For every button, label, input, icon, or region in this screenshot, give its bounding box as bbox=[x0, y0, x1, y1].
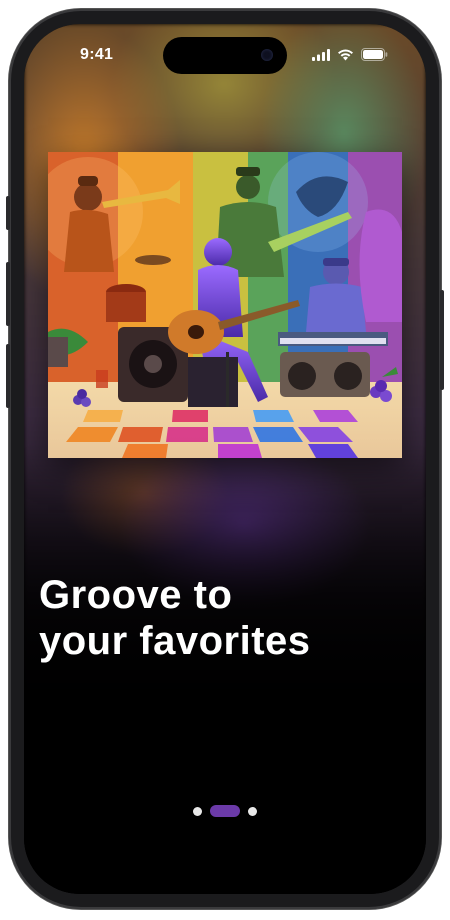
page-dot-3[interactable] bbox=[248, 806, 257, 816]
headline-line-2: your favorites bbox=[39, 619, 311, 663]
screen: 9:41 Groove to your favorites bbox=[24, 24, 426, 894]
status-icons bbox=[312, 48, 388, 66]
cellular-signal-icon bbox=[312, 48, 330, 66]
album-artwork bbox=[48, 152, 402, 458]
home-indicator[interactable] bbox=[158, 879, 292, 884]
volume-up-button bbox=[6, 262, 10, 326]
status-bar: 9:41 bbox=[24, 24, 426, 84]
status-time: 9:41 bbox=[80, 46, 114, 63]
action-button bbox=[6, 196, 10, 230]
power-button bbox=[440, 290, 444, 390]
background-gradient bbox=[24, 444, 426, 894]
page-dot-1[interactable] bbox=[193, 806, 202, 816]
headline-line-1: Groove to bbox=[39, 573, 233, 617]
front-camera bbox=[261, 49, 273, 61]
page-indicator[interactable] bbox=[24, 805, 426, 817]
volume-down-button bbox=[6, 344, 10, 408]
battery-icon bbox=[361, 48, 388, 66]
page-dot-2-active[interactable] bbox=[210, 805, 240, 817]
dynamic-island bbox=[163, 37, 287, 74]
onboarding-headline: Groove to your favorites bbox=[39, 572, 399, 664]
wifi-icon bbox=[337, 48, 354, 66]
